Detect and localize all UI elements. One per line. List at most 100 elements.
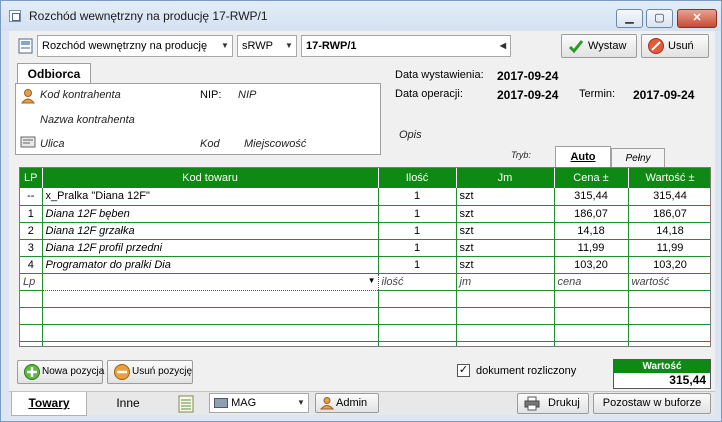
settlement-checkbox[interactable]: ✓ — [457, 364, 470, 377]
nip-field[interactable]: NIP — [238, 89, 256, 101]
warehouse-icon — [214, 398, 228, 409]
description-field[interactable]: Opis — [399, 129, 422, 141]
new-lp-field[interactable]: Lp — [20, 273, 43, 291]
print-button[interactable]: Drukuj — [517, 393, 589, 414]
person-icon — [20, 88, 36, 107]
close-button[interactable]: ✕ — [677, 9, 717, 28]
minus-icon — [114, 364, 130, 380]
total-value-box: Wartość 315,44 — [613, 359, 711, 389]
cell-lp: 1 — [20, 205, 43, 223]
table-row[interactable]: 2 Diana 12F grzałka 1 szt 14,18 14,18 — [20, 222, 710, 240]
cell-price: 103,20 — [554, 256, 629, 274]
new-position-row[interactable]: Lp ▼ ilość jm cena wartość — [20, 272, 710, 291]
document-panel: Rozchód wewnętrzny na producję ▼ sRWP ▼ … — [9, 31, 715, 417]
cell-qty: 1 — [378, 239, 457, 257]
tab-mode-full[interactable]: Pełny — [611, 148, 665, 167]
cell-code: Diana 12F bęben — [42, 205, 379, 223]
document-window: Rozchód wewnętrzny na producję 17-RWP/1 … — [0, 0, 722, 422]
delete-icon — [648, 38, 664, 54]
new-unit-field[interactable]: jm — [456, 273, 555, 291]
cell-qty: 1 — [378, 205, 457, 223]
minimize-button[interactable]: ▁ — [616, 9, 643, 28]
grid-header-row: LP Kod towaru Ilość Jm Cena ± Wartość ± — [20, 168, 710, 188]
title-bar[interactable]: Rozchód wewnętrzny na producję 17-RWP/1 … — [1, 1, 721, 31]
cell-code: Programator do pralki Dia — [42, 256, 379, 274]
cell-unit: szt — [456, 222, 555, 240]
document-type-icon — [17, 37, 35, 55]
address-card-icon — [20, 136, 36, 151]
cell-unit: szt — [456, 256, 555, 274]
remove-position-button[interactable]: Usuń pozycję — [107, 360, 193, 384]
issue-date-value[interactable]: 2017-09-24 — [497, 69, 558, 83]
cell-code: x_Pralka "Diana 12F" — [42, 188, 379, 206]
empty-row — [20, 290, 710, 308]
delete-button[interactable]: Usuń — [641, 34, 709, 58]
table-row[interactable]: 4 Programator do pralki Dia 1 szt 103,20… — [20, 256, 710, 274]
positions-grid: LP Kod towaru Ilość Jm Cena ± Wartość ± … — [19, 167, 711, 347]
operation-date-label: Data operacji: — [395, 88, 463, 100]
table-row[interactable]: 1 Diana 12F bęben 1 szt 186,07 186,07 — [20, 205, 710, 223]
street-field[interactable]: Ulica — [40, 138, 64, 150]
keep-in-buffer-button[interactable]: Pozostaw w buforze — [593, 393, 711, 414]
table-row[interactable]: 3 Diana 12F profil przedni 1 szt 11,99 1… — [20, 239, 710, 257]
maximize-button[interactable]: ▢ — [646, 9, 673, 28]
column-header-code[interactable]: Kod towaru — [42, 168, 379, 188]
column-header-lp[interactable]: LP — [20, 168, 43, 188]
cell-unit: szt — [456, 188, 555, 206]
new-code-combo[interactable]: ▼ — [41, 272, 379, 291]
positions-table: LP Kod towaru Ilość Jm Cena ± Wartość ± … — [20, 168, 710, 346]
term-label: Termin: — [579, 88, 616, 100]
chevron-down-icon: ▼ — [221, 41, 229, 50]
cell-value: 103,20 — [628, 256, 710, 274]
cell-qty: 1 — [378, 256, 457, 274]
cell-lp: 3 — [20, 239, 43, 257]
warehouse-select[interactable]: MAG ▼ — [209, 393, 309, 413]
document-type-select[interactable]: Rozchód wewnętrzny na producję ▼ — [37, 35, 233, 57]
printer-icon — [524, 396, 540, 418]
user-icon — [319, 396, 335, 416]
city-field[interactable]: Miejscowość — [244, 138, 306, 150]
cell-value: 186,07 — [628, 205, 710, 223]
tab-recipient[interactable]: Odbiorca — [17, 63, 91, 84]
recipient-group: Kod kontrahenta NIP: NIP Nazwa kontrahen… — [15, 83, 381, 155]
tab-other[interactable]: Inne — [91, 392, 165, 416]
new-price-field[interactable]: cena — [554, 273, 629, 291]
add-position-button[interactable]: Nowa pozycja — [17, 360, 104, 384]
tab-goods[interactable]: Towary — [11, 392, 87, 416]
cell-price: 14,18 — [554, 222, 629, 240]
cell-unit: szt — [456, 205, 555, 223]
issue-date-label: Data wystawienia: — [395, 69, 484, 81]
cell-lp: 2 — [20, 222, 43, 240]
notepad-icon[interactable] — [177, 394, 195, 417]
contractor-code-field[interactable]: Kod kontrahenta — [40, 89, 121, 101]
table-row[interactable]: -- x_Pralka "Diana 12F" 1 szt 315,44 315… — [20, 188, 710, 206]
operation-date-value[interactable]: 2017-09-24 — [497, 88, 558, 102]
series-select[interactable]: sRWP ▼ — [237, 35, 297, 57]
column-header-qty[interactable]: Ilość — [378, 168, 457, 188]
chevron-left-icon: ◀ — [499, 41, 507, 50]
cell-value: 315,44 — [628, 188, 710, 206]
column-header-value[interactable]: Wartość ± — [628, 168, 710, 188]
chevron-down-icon: ▼ — [367, 275, 376, 285]
contractor-name-field[interactable]: Nazwa kontrahenta — [40, 114, 135, 126]
cell-code: Diana 12F grzałka — [42, 222, 379, 240]
window-title: Rozchód wewnętrzny na producję 17-RWP/1 — [29, 9, 268, 23]
document-number-field[interactable]: 17-RWP/1 ◀ — [301, 35, 511, 57]
cell-unit: szt — [456, 239, 555, 257]
new-value-field[interactable]: wartość — [628, 273, 710, 291]
cell-qty: 1 — [378, 188, 457, 206]
new-qty-field[interactable]: ilość — [378, 273, 457, 291]
cell-value: 14,18 — [628, 222, 710, 240]
bottom-bar: Towary Inne MAG ▼ Admin Drukuj Pozostaw … — [9, 391, 715, 417]
column-header-price[interactable]: Cena ± — [554, 168, 629, 188]
mode-label: Tryb: — [511, 150, 531, 160]
term-value[interactable]: 2017-09-24 — [633, 88, 694, 102]
cell-lp: 4 — [20, 256, 43, 274]
user-button[interactable]: Admin — [315, 393, 379, 413]
issue-button[interactable]: Wystaw — [561, 34, 637, 58]
empty-row — [20, 341, 710, 346]
postal-code-field[interactable]: Kod — [200, 138, 220, 150]
empty-row — [20, 324, 710, 342]
tab-mode-auto[interactable]: Auto — [555, 146, 611, 167]
column-header-unit[interactable]: Jm — [456, 168, 555, 188]
